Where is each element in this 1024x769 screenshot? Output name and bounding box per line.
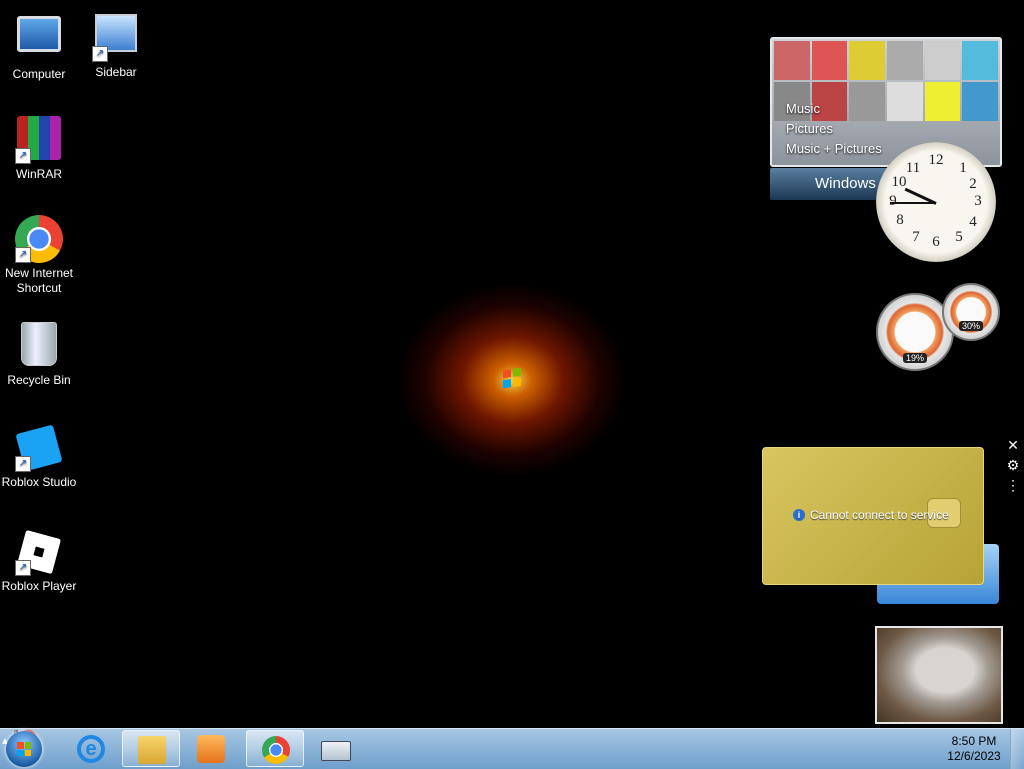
desktop-icon-sidebar[interactable]: ↗ Sidebar — [77, 10, 155, 80]
taskbar: e ▲ 🔇 8:50 PM 12/6/2023 — [0, 728, 1024, 769]
currency-error-text: Cannot connect to service — [810, 508, 949, 522]
chrome-icon: ↗ — [15, 215, 63, 263]
wallpaper-windows-logo — [400, 285, 625, 475]
media-player-icon — [197, 735, 225, 763]
taskbar-windows-explorer[interactable] — [122, 730, 180, 767]
shortcut-arrow-icon: ↗ — [15, 247, 31, 263]
media-item-music[interactable]: Music — [786, 99, 882, 119]
slideshow-gadget-koala-photo[interactable] — [875, 626, 1003, 724]
currency-error-message: i Cannot connect to service — [793, 508, 949, 522]
computer-icon — [15, 16, 63, 64]
desktop-icon-computer[interactable]: Computer — [0, 10, 78, 82]
clock-number: 7 — [912, 229, 920, 245]
shortcut-arrow-icon: ↗ — [15, 148, 31, 164]
clock-number: 1 — [959, 160, 967, 176]
sidebar-icon: ↗ — [92, 14, 140, 62]
gadget-controls: ✕ ⚙ ⋮ — [1004, 436, 1024, 496]
desktop-icon-roblox-player[interactable]: ↗ Roblox Player — [0, 528, 78, 594]
clock-minute-hand — [890, 202, 936, 204]
media-center-gadget[interactable]: Music Pictures Music + Pictures — [770, 37, 1002, 167]
tray-time: 8:50 PM — [951, 734, 997, 748]
keyboard-icon — [321, 741, 351, 761]
gadget-close-icon[interactable]: ✕ — [1004, 436, 1022, 454]
shortcut-arrow-icon: ↗ — [15, 560, 31, 576]
desktop-icon-roblox-studio[interactable]: ↗ Roblox Studio — [0, 424, 78, 490]
currency-gadget-back-card — [877, 544, 999, 604]
taskbar-internet-explorer[interactable]: e — [62, 730, 120, 767]
gadget-options-icon[interactable]: ⚙ — [1004, 456, 1022, 474]
clock-number: 3 — [974, 193, 982, 209]
desktop-icon-label: Sidebar — [95, 65, 137, 79]
desktop-icon-label: Roblox Player — [1, 579, 77, 593]
show-desktop-button[interactable] — [1010, 729, 1024, 769]
cpu-percent-label: 19% — [902, 353, 928, 363]
tray-clock[interactable]: 8:50 PM 12/6/2023 — [946, 734, 1002, 764]
desktop-icon-winrar[interactable]: ↗ WinRAR — [0, 114, 78, 182]
clock-number: 12 — [928, 152, 944, 168]
chrome-icon — [262, 736, 290, 764]
info-icon: i — [793, 509, 805, 521]
media-item-music-pictures[interactable]: Music + Pictures — [786, 139, 882, 159]
folder-icon — [138, 736, 166, 764]
desktop-icon-label: Recycle Bin — [7, 373, 71, 387]
taskbar-media-player[interactable] — [182, 730, 240, 767]
start-button[interactable] — [6, 731, 42, 767]
windows-flag-icon — [17, 742, 31, 756]
winrar-icon: ↗ — [15, 116, 63, 164]
clock-number: 6 — [932, 234, 940, 250]
clock-number: 8 — [896, 212, 904, 228]
desktop-icon-recycle-bin[interactable]: Recycle Bin — [0, 320, 78, 388]
media-menu: Music Pictures Music + Pictures — [786, 99, 882, 159]
desktop-icon-label: Roblox Studio — [1, 475, 77, 489]
windows-flag-icon — [503, 367, 521, 389]
media-item-pictures[interactable]: Pictures — [786, 119, 882, 139]
taskbar-chrome[interactable] — [246, 730, 304, 767]
gadget-drag-handle-icon[interactable]: ⋮ — [1004, 476, 1022, 494]
desktop-icon-internet-shortcut[interactable]: ↗ New Internet Shortcut — [0, 215, 78, 296]
shortcut-arrow-icon: ↗ — [92, 46, 108, 62]
desktop-icon-label: Computer — [12, 67, 66, 81]
memory-meter-gauge[interactable]: 30% — [942, 283, 1000, 341]
roblox-player-icon: ↗ — [15, 528, 63, 576]
shortcut-arrow-icon: ↗ — [15, 456, 31, 472]
memory-percent-label: 30% — [958, 321, 984, 331]
taskbar-on-screen-keyboard[interactable] — [306, 730, 364, 767]
desktop-icon-label: New Internet Shortcut — [4, 266, 74, 295]
clock-number: 5 — [955, 229, 963, 245]
roblox-studio-icon: ↗ — [15, 424, 63, 472]
tray-date: 12/6/2023 — [947, 749, 1001, 763]
clock-gadget[interactable]: 12 1 2 3 4 5 6 7 8 9 10 11 — [876, 142, 996, 262]
clock-number: 2 — [969, 176, 977, 192]
internet-explorer-icon: e — [77, 735, 105, 763]
currency-gadget[interactable]: i Cannot connect to service — [762, 447, 999, 604]
desktop-icon-label: WinRAR — [15, 167, 62, 181]
clock-number: 11 — [905, 160, 921, 176]
recycle-bin-icon — [15, 322, 63, 370]
